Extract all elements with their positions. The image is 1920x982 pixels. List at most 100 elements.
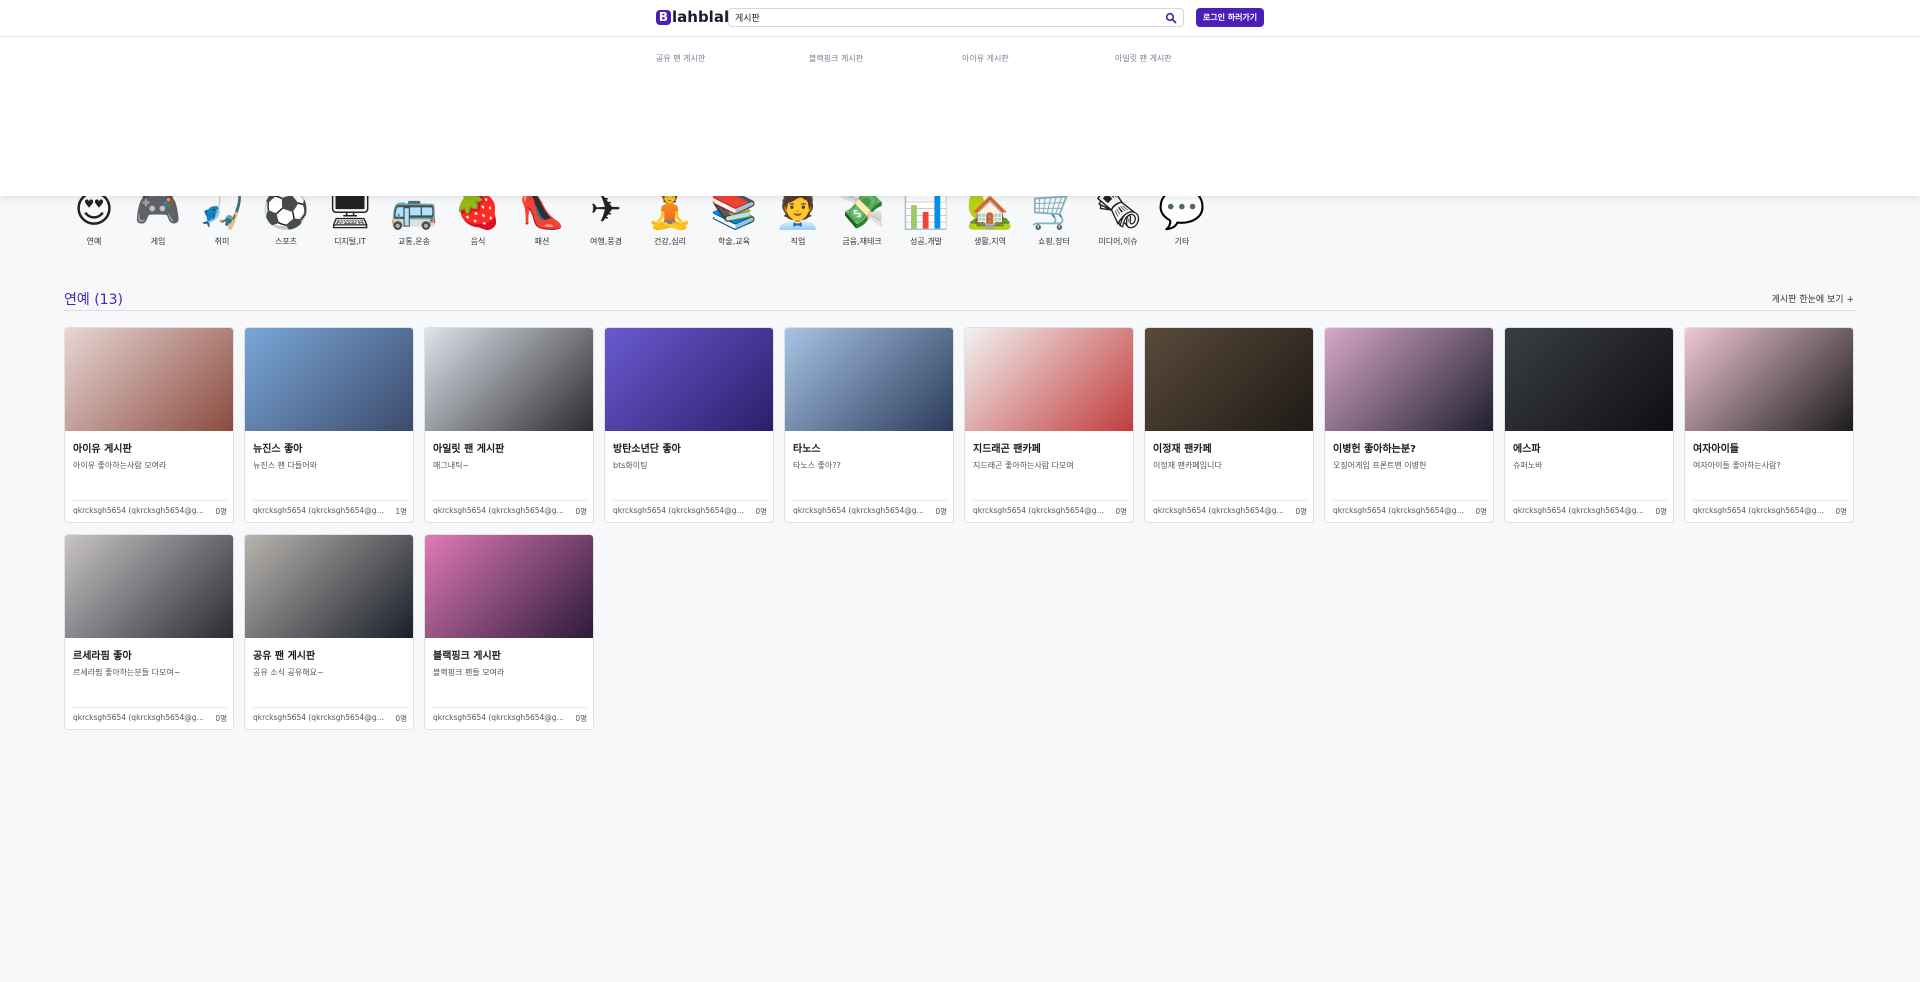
board-author: qkrcksgh5654 (qkrcksgh5654@gmai... (73, 713, 211, 722)
board-thumbnail (245, 535, 413, 638)
board-card[interactable]: 이정재 팬카페이정재 팬카페입니다 qkrcksgh5654 (qkrcksgh5… (1144, 327, 1314, 523)
board-card[interactable]: 블랙핑크 게시판블랙핑크 팬들 모여라 qkrcksgh5654 (qkrcksg… (424, 534, 594, 730)
board-card[interactable]: 타노스 타노스 좋아?? qkrcksgh5654 (qkrcksgh5654@gm… (784, 327, 954, 523)
section-divider (64, 310, 1856, 311)
board-footer: qkrcksgh5654 (qkrcksgh5654@gmai... 0명 (613, 506, 767, 517)
board-description: 이정재 팬카페입니다 (1153, 461, 1222, 470)
category-label: 기타 (1174, 237, 1190, 246)
board-card[interactable]: 방탄소년단 좋아 bts화이팅 qkrcksgh5654 (qkrcksgh5654… (604, 327, 774, 523)
board-author: qkrcksgh5654 (qkrcksgh5654@gmai... (253, 713, 391, 722)
board-card[interactable]: 르세라핌 좋아르세라핌 좋아하는분들 다모여~ qkrcksgh5654 (qkr… (64, 534, 234, 730)
board-author: qkrcksgh5654 (qkrcksgh5654@gmai... (433, 506, 571, 515)
suggestion-item[interactable]: 아일릿 팬 게시판 (1115, 53, 1172, 64)
board-thumbnail (1145, 328, 1313, 431)
logo-mark: B (656, 9, 671, 25)
category-label: 디지털,IT (334, 237, 366, 246)
board-thumbnail (1685, 328, 1853, 431)
board-description: 공유 소식 공유해요~ (253, 668, 324, 677)
member-count: 0명 (1835, 507, 1847, 516)
board-title: 이정재 팬카페 (1153, 444, 1212, 455)
board-thumbnail (785, 328, 953, 431)
member-count: 1명 (395, 507, 407, 516)
board-card[interactable]: 지드래곤 팬카페지드래곤 좋아하는사람 다모여 qkrcksgh5654 (qkr… (964, 327, 1134, 523)
suggestion-item[interactable]: 블랙핑크 게시판 (809, 53, 863, 64)
member-count: 0명 (1655, 507, 1667, 516)
board-title: 이병헌 좋아하는분? (1333, 444, 1416, 455)
card-divider (433, 500, 587, 501)
category-label: 성공,개발 (910, 237, 942, 246)
board-thumbnail (425, 328, 593, 431)
board-description: 슈퍼노바 (1513, 461, 1543, 470)
board-description: 르세라핌 좋아하는분들 다모여~ (73, 668, 181, 677)
top-navbar: B lahblah 로그인 하러가기 (0, 0, 1920, 37)
card-divider (73, 707, 227, 708)
board-footer: qkrcksgh5654 (qkrcksgh5654@gmai... 0명 (973, 506, 1127, 517)
card-divider (1153, 500, 1307, 501)
category-label: 금융,재테크 (842, 237, 882, 246)
board-title: 블랙핑크 게시판 (433, 651, 501, 662)
card-divider (793, 500, 947, 501)
category-label: 생활,지역 (974, 237, 1006, 246)
board-author: qkrcksgh5654 (qkrcksgh5654@gmai... (1153, 506, 1291, 515)
board-description: 아이유 좋아하는사람 모여라 (73, 461, 167, 470)
board-card[interactable]: 아이유 게시판 아이유 좋아하는사람 모여라 qkrcksgh5654 (qkrck… (64, 327, 234, 523)
search-input[interactable] (735, 11, 1155, 24)
login-button[interactable]: 로그인 하러가기 (1196, 8, 1264, 27)
board-title: 지드래곤 팬카페 (973, 444, 1041, 455)
member-count: 0명 (1475, 507, 1487, 516)
view-all-boards-link[interactable]: 게시판 한눈에 보기 + (1772, 292, 1854, 305)
board-thumbnail (1325, 328, 1493, 431)
board-card[interactable]: 이병헌 좋아하는분? 오징어게임 프론트맨 이병헌 qkrcksgh5654 (qk… (1324, 327, 1494, 523)
board-card[interactable]: 공유 팬 게시판 공유 소식 공유해요~ qkrcksgh5654 (qkrcksg… (244, 534, 414, 730)
site-logo[interactable]: B lahblah (656, 8, 735, 26)
member-count: 0명 (575, 714, 587, 723)
board-footer: qkrcksgh5654 (qkrcksgh5654@gmai... 0명 (1333, 506, 1487, 517)
board-footer: qkrcksgh5654 (qkrcksgh5654@gmai... 0명 (73, 506, 227, 517)
board-card[interactable]: 아일릿 팬 게시판 매그내틱~ qkrcksgh5654 (qkrcksgh5654… (424, 327, 594, 523)
category-label: 게임 (150, 237, 166, 246)
card-divider (1693, 500, 1847, 501)
board-author: qkrcksgh5654 (qkrcksgh5654@gmai... (1333, 506, 1471, 515)
board-description: bts화이팅 (613, 461, 648, 470)
board-card[interactable]: 에스파 슈퍼노바 qkrcksgh5654 (qkrcksgh5654@gmai..… (1504, 327, 1674, 523)
category-label: 스포츠 (274, 237, 298, 246)
board-author: qkrcksgh5654 (qkrcksgh5654@gmai... (1513, 506, 1651, 515)
suggestion-item[interactable]: 아이유 게시판 (962, 53, 1009, 64)
search-suggestions: 공유 팬 게시판 블랙핑크 게시판 아이유 게시판 아일릿 팬 게시판 (0, 37, 1920, 196)
board-thumbnail (1505, 328, 1673, 431)
board-footer: qkrcksgh5654 (qkrcksgh5654@gmai... 0명 (1693, 506, 1847, 517)
board-footer: qkrcksgh5654 (qkrcksgh5654@gmail... 1명 (253, 506, 407, 517)
category-label: 음식 (470, 237, 486, 246)
category-label: 교통,운송 (398, 237, 430, 246)
board-author: qkrcksgh5654 (qkrcksgh5654@gmail... (253, 506, 391, 515)
board-thumbnail (965, 328, 1133, 431)
suggestion-item[interactable]: 공유 팬 게시판 (656, 53, 705, 64)
board-title: 타노스 (793, 444, 821, 455)
category-label: 미디어,이슈 (1098, 237, 1138, 246)
category-label: 취미 (214, 237, 230, 246)
member-count: 0명 (1295, 507, 1307, 516)
card-divider (253, 707, 407, 708)
board-footer: qkrcksgh5654 (qkrcksgh5654@gmai... 0명 (1153, 506, 1307, 517)
board-author: qkrcksgh5654 (qkrcksgh5654@gmai... (433, 713, 571, 722)
category-label: 연예 (86, 237, 102, 246)
search-icon[interactable] (1165, 12, 1177, 24)
board-footer: qkrcksgh5654 (qkrcksgh5654@gmai... 0명 (433, 713, 587, 724)
board-thumbnail (605, 328, 773, 431)
board-description: 블랙핑크 팬들 모여라 (433, 668, 505, 677)
board-title: 르세라핌 좋아 (73, 651, 132, 662)
board-description: 오징어게임 프론트맨 이병헌 (1333, 461, 1427, 470)
card-divider (253, 500, 407, 501)
board-thumbnail (425, 535, 593, 638)
member-count: 0명 (575, 507, 587, 516)
board-description: 지드래곤 좋아하는사람 다모여 (973, 461, 1074, 470)
board-card[interactable]: 여자아이들 여자아이들 좋아하는사람? qkrcksgh5654 (qkrcksgh… (1684, 327, 1854, 523)
board-author: qkrcksgh5654 (qkrcksgh5654@gmai... (613, 506, 751, 515)
board-thumbnail (65, 328, 233, 431)
board-author: qkrcksgh5654 (qkrcksgh5654@gmai... (73, 506, 211, 515)
board-card[interactable]: 뉴진스 좋아 뉴진스 팬 다들어와 qkrcksgh5654 (qkrcksgh56… (244, 327, 414, 523)
board-description: 매그내틱~ (433, 461, 470, 470)
search-box (728, 8, 1184, 27)
category-label: 학술,교육 (718, 237, 750, 246)
logo-text: lahblah (672, 8, 735, 26)
